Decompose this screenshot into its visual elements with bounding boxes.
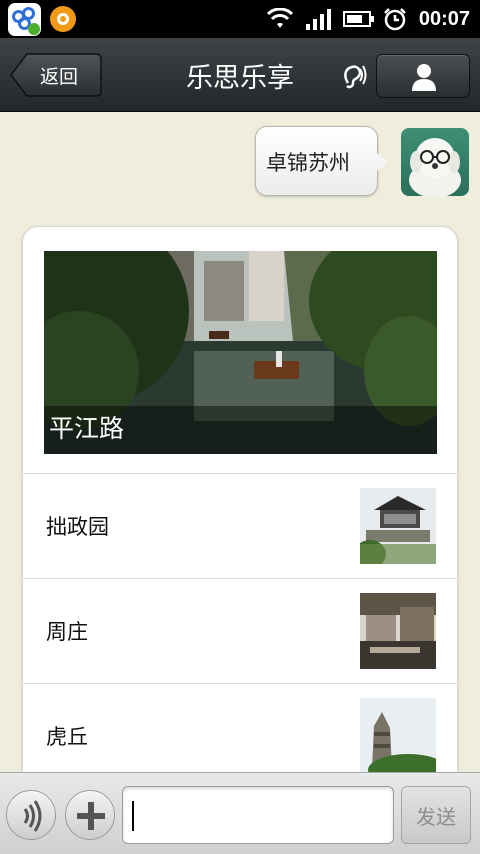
hero-caption: 平江路 bbox=[49, 414, 125, 443]
news-card: 平江路 拙政园 周庄 虎丘 bbox=[22, 226, 458, 846]
list-item[interactable]: 周庄 bbox=[23, 578, 457, 683]
list-item[interactable]: 拙政园 bbox=[23, 473, 457, 578]
battery-icon bbox=[342, 11, 374, 27]
header-bar: 返回 乐思乐享 bbox=[0, 38, 480, 112]
signal-icon bbox=[305, 9, 331, 30]
voice-button[interactable] bbox=[6, 790, 56, 840]
orange-app-icon bbox=[50, 6, 76, 32]
list-item-thumbnail bbox=[360, 488, 436, 564]
message-bubble[interactable]: 卓锦苏州 bbox=[255, 126, 388, 196]
message-input[interactable] bbox=[122, 786, 394, 844]
avatar[interactable] bbox=[401, 128, 469, 196]
baidu-app-icon bbox=[8, 3, 41, 36]
list-item-label: 虎丘 bbox=[46, 725, 88, 749]
hero-item[interactable]: 平江路 bbox=[44, 251, 437, 454]
alarm-icon bbox=[383, 8, 406, 31]
plus-icon bbox=[77, 802, 105, 830]
send-button[interactable]: 发送 bbox=[401, 786, 471, 844]
voice-icon bbox=[23, 800, 42, 832]
message-text: 卓锦苏州 bbox=[266, 151, 350, 175]
status-bar: 00:07 bbox=[0, 0, 480, 38]
add-button[interactable] bbox=[65, 790, 115, 840]
contact-icon bbox=[412, 64, 436, 91]
plush-dog-image bbox=[409, 138, 461, 196]
contact-button[interactable] bbox=[376, 54, 470, 98]
input-bar: 发送 bbox=[0, 772, 480, 854]
text-cursor bbox=[132, 801, 134, 831]
list-item-label: 周庄 bbox=[46, 620, 88, 644]
list-item-label: 拙政园 bbox=[46, 515, 109, 539]
list-item-thumbnail bbox=[360, 593, 436, 669]
ear-icon[interactable] bbox=[340, 61, 370, 91]
status-time: 00:07 bbox=[418, 7, 470, 30]
list-item-thumbnail bbox=[360, 698, 436, 774]
wifi-icon bbox=[266, 8, 293, 28]
